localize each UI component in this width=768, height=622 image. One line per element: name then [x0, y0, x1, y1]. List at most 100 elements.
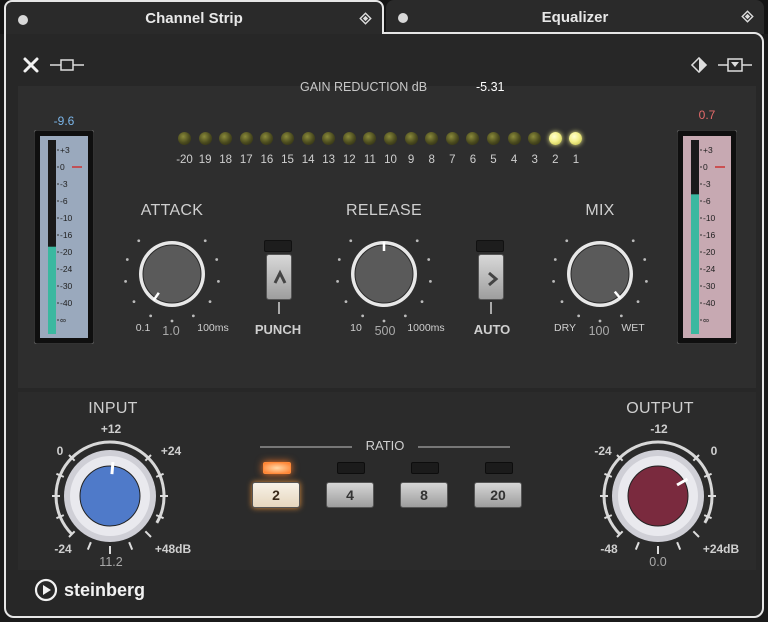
ratio-button-20[interactable]: 20	[474, 482, 522, 508]
chevron-right-icon	[488, 271, 499, 287]
output-value: 0.0	[649, 555, 667, 569]
close-icon[interactable]	[22, 56, 40, 74]
gain-tick	[155, 514, 164, 520]
bypass-icon[interactable]	[50, 58, 84, 72]
meter-scale-label: -20	[703, 247, 716, 257]
gain-reduction-led-label: 14	[301, 154, 315, 166]
gain-reduction-led	[507, 132, 521, 145]
meter-scale-label: -3	[60, 179, 68, 189]
attack-max: 100ms	[197, 322, 229, 334]
mix-max: WET	[621, 322, 645, 334]
output-gain-knob[interactable]	[598, 434, 718, 554]
gain-reduction-led-label: 4	[510, 154, 518, 166]
knob-tick	[415, 239, 419, 243]
gain-tick	[703, 472, 712, 478]
meter-scale-label: -6	[703, 196, 711, 206]
output-meter-readout: 0.7	[698, 108, 716, 122]
meter-scale-label: -30	[703, 281, 716, 291]
knob-tick	[337, 258, 341, 261]
gain-reduction-led-label: 5	[490, 154, 497, 166]
ratio-led	[485, 462, 513, 474]
meter-scale-label: -3	[703, 179, 711, 189]
gain-tick	[634, 541, 640, 550]
release-min: 10	[350, 322, 362, 334]
tab-equalizer[interactable]: Equalizer	[386, 0, 764, 34]
steinberg-play-icon	[34, 578, 58, 602]
knob-tick	[643, 258, 647, 261]
punch-stem	[278, 302, 280, 314]
brand-name: steinberg	[64, 580, 146, 600]
knob-tick	[619, 314, 623, 318]
knob-tick	[208, 300, 212, 304]
pin-diamond-icon[interactable]	[359, 12, 372, 25]
tab-power-dot-icon[interactable]	[398, 13, 408, 23]
ratio-led	[337, 462, 365, 474]
knob-tick	[344, 300, 348, 304]
gain-tick	[155, 472, 164, 478]
release-knob[interactable]	[324, 226, 444, 326]
meter-scale-label: -40	[703, 298, 716, 308]
gain-tick	[56, 514, 65, 520]
gain-reduction-led-label: 1	[572, 154, 580, 166]
preset-diamond-icon[interactable]	[690, 56, 708, 74]
meter-scale-label: -16	[703, 230, 716, 240]
tab-label: Channel Strip	[145, 9, 243, 27]
gain-reduction-value: -5.31	[476, 80, 505, 94]
knob-tick	[149, 314, 153, 318]
ratio-button-4[interactable]: 4	[326, 482, 374, 508]
knob-tick	[631, 239, 635, 243]
gain-reduction-led-label: -20	[176, 154, 193, 166]
output-label: OUTPUT	[626, 400, 694, 417]
meter-scale-label: 0	[703, 162, 708, 172]
gain-reduction-led-label: 8	[428, 154, 435, 166]
knob-tick	[336, 279, 339, 283]
gain-reduction-title: GAIN REDUCTION dB	[300, 80, 428, 94]
meter-scale-label: +3	[60, 145, 70, 155]
gain-reduction-led	[487, 132, 500, 145]
mix-knob[interactable]	[540, 226, 660, 326]
knob-tick	[645, 279, 648, 283]
meter-scale-label: -10	[60, 213, 73, 223]
knob-tick	[560, 300, 564, 304]
ratio-title: RATIO	[260, 438, 510, 453]
meter-fill	[691, 194, 699, 334]
knob-tick	[125, 258, 129, 261]
menu-dropdown-icon[interactable]	[718, 56, 752, 74]
gain-reduction-led-label: 15	[281, 154, 294, 166]
tab-power-dot-icon[interactable]	[18, 15, 28, 25]
tab-channel-strip[interactable]: Channel Strip	[4, 0, 384, 34]
attack-knob[interactable]	[112, 226, 232, 326]
knob-tick	[427, 258, 431, 261]
input-level-meter: +3 0 -3 -6 -10 -16 -20 -24 -30 -40 ∞	[34, 130, 94, 344]
meter-scale-label: -10	[703, 213, 716, 223]
gain-tick	[703, 514, 712, 520]
knob-tick	[598, 319, 602, 323]
attack-label: ATTACK	[140, 202, 204, 219]
input-gain-knob[interactable]	[50, 434, 170, 554]
knob-tick	[577, 314, 581, 318]
knob-tick	[429, 279, 432, 283]
gain-reduction-led-label: 2	[552, 154, 559, 166]
knob-tick	[552, 279, 555, 283]
mix-min: DRY	[554, 322, 576, 334]
tab-bar: Channel Strip Equalizer	[0, 0, 768, 34]
meter-scale-label: +3	[703, 145, 713, 155]
gain-reduction-led-label: 19	[198, 154, 212, 166]
auto-switch-body[interactable]	[478, 254, 504, 300]
ratio-button-8[interactable]: 8	[400, 482, 448, 508]
gain-reduction-led	[384, 132, 397, 145]
meter-scale-label: -40	[60, 298, 73, 308]
punch-switch-body[interactable]	[266, 254, 292, 300]
release-max: 1000ms	[407, 322, 445, 334]
knob-tick	[217, 279, 220, 283]
knob-tick	[349, 239, 353, 243]
attack-value: 1.0	[162, 324, 180, 338]
meter-scale-label: -30	[60, 281, 73, 291]
gain-reduction-led-label: 7	[449, 154, 456, 166]
pin-diamond-icon[interactable]	[741, 10, 754, 23]
meter-scale-label: -16	[60, 230, 73, 240]
auto-stem	[490, 302, 492, 314]
gain-reduction-led	[404, 132, 418, 145]
meter-fill	[48, 246, 56, 334]
ratio-button-2[interactable]: 2	[252, 482, 300, 508]
